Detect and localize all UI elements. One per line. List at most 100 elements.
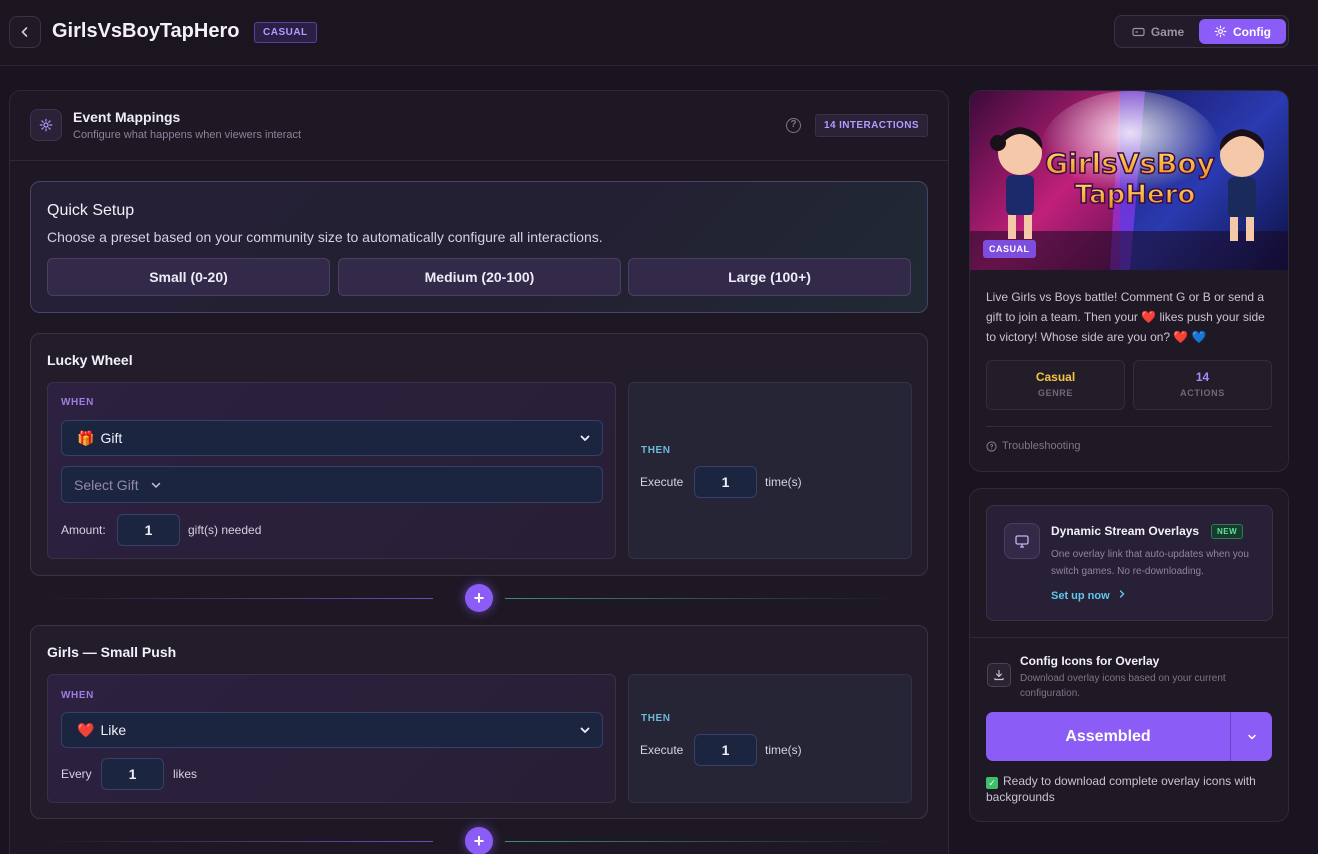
- quick-setup-box: Quick Setup Choose a preset based on you…: [30, 181, 928, 313]
- chevron-down-icon: [1247, 734, 1256, 739]
- event-type-value: Gift: [100, 430, 123, 446]
- divider-line: [40, 841, 433, 842]
- execute-label: Execute: [640, 475, 684, 489]
- then-label: THEN: [641, 445, 671, 456]
- when-label: WHEN: [61, 690, 94, 701]
- config-icons-title: Config Icons for Overlay: [1020, 654, 1160, 668]
- dynamic-overlays-title: Dynamic Stream Overlays: [1051, 524, 1200, 538]
- panel-title: Event Mappings: [73, 109, 181, 125]
- chevron-right-icon: [1119, 590, 1125, 598]
- tab-config[interactable]: Config: [1199, 19, 1286, 44]
- genre-stat: Casual GENRE: [986, 360, 1125, 410]
- game-info-card: GirlsVsBoy TapHero CASUAL Live Girls vs …: [969, 90, 1289, 472]
- genre-label: GENRE: [1037, 388, 1073, 398]
- when-label: WHEN: [61, 397, 94, 408]
- mapping-card-lucky-wheel: Lucky Wheel WHEN 🎁 Gift Select Gift Amou…: [30, 333, 928, 576]
- divider-line: [40, 598, 433, 599]
- gear-icon: [39, 118, 53, 132]
- gear-icon: [1214, 25, 1227, 38]
- mapping-title: Girls — Small Push: [47, 644, 177, 660]
- genre-tag: CASUAL: [254, 22, 317, 43]
- setup-now-link[interactable]: Set up now: [1051, 589, 1127, 602]
- divider-line: [505, 598, 898, 599]
- assembled-dropdown-button[interactable]: [1231, 712, 1272, 761]
- help-icon[interactable]: ?: [786, 118, 801, 133]
- amount-suffix: gift(s) needed: [188, 523, 262, 537]
- execute-suffix: time(s): [765, 475, 802, 489]
- assembled-button[interactable]: Assembled: [986, 712, 1230, 761]
- actions-label: ACTIONS: [1180, 388, 1225, 398]
- add-mapping-row: +: [10, 584, 908, 614]
- preset-small-button[interactable]: Small (0-20): [47, 258, 330, 296]
- config-icons-description: Download overlay icons based on your cur…: [1020, 673, 1226, 699]
- top-bar: GirlsVsBoyTapHero CASUAL Game Config: [0, 0, 1318, 66]
- divider-line: [505, 841, 898, 842]
- mode-toggle: Game Config: [1114, 15, 1289, 48]
- preset-medium-button[interactable]: Medium (20-100): [338, 258, 621, 296]
- chevron-left-icon: [21, 27, 28, 37]
- execute-suffix: time(s): [765, 743, 802, 757]
- troubleshooting-label: Troubleshooting: [1002, 440, 1081, 452]
- check-icon: ✓: [986, 777, 998, 789]
- panel-header: Event Mappings Configure what happens wh…: [10, 91, 948, 161]
- overlay-card: Dynamic Stream Overlays NEW One overlay …: [969, 488, 1289, 822]
- tab-config-label: Config: [1233, 24, 1271, 39]
- chevron-down-icon: [151, 482, 160, 488]
- interactions-count-badge: 14 INTERACTIONS: [815, 114, 928, 137]
- panel-subtitle: Configure what happens when viewers inte…: [73, 129, 302, 141]
- quick-setup-description: Choose a preset based on your community …: [47, 229, 603, 245]
- amount-label: Amount:: [61, 523, 106, 537]
- chevron-down-icon: [580, 435, 590, 441]
- settings-icon-box: [30, 109, 62, 141]
- amount-input[interactable]: 1: [117, 514, 180, 546]
- dynamic-overlays-description: One overlay link that auto-updates when …: [1051, 549, 1249, 577]
- troubleshooting-link[interactable]: Troubleshooting: [986, 440, 1080, 452]
- event-type-select[interactable]: 🎁 Gift: [61, 420, 603, 456]
- mapping-title: Lucky Wheel: [47, 352, 133, 368]
- every-label: Every: [61, 767, 92, 781]
- divider: [970, 637, 1288, 638]
- dynamic-overlays-box: Dynamic Stream Overlays NEW One overlay …: [986, 505, 1273, 621]
- gamepad-icon: [1132, 27, 1145, 36]
- preset-large-button[interactable]: Large (100+): [628, 258, 911, 296]
- event-type-value: Like: [100, 722, 127, 738]
- page-title: GirlsVsBoyTapHero: [52, 20, 240, 42]
- setup-now-label: Set up now: [1051, 590, 1110, 602]
- when-section: WHEN ❤️ Like Every 1 likes: [47, 674, 616, 803]
- actions-value: 14: [1195, 370, 1210, 384]
- ready-status: ✓ Ready to download complete overlay icon…: [986, 773, 1276, 805]
- execute-label: Execute: [640, 743, 684, 757]
- assembled-split-button: Assembled: [986, 712, 1272, 761]
- genre-badge: CASUAL: [983, 240, 1036, 258]
- event-mappings-panel: Event Mappings Configure what happens wh…: [9, 90, 949, 854]
- event-type-select[interactable]: ❤️ Like: [61, 712, 603, 748]
- tab-game-label: Game: [1150, 24, 1185, 39]
- mapping-card-girls-small-push: Girls — Small Push WHEN ❤️ Like Every 1 …: [30, 625, 928, 819]
- gift-emoji-icon: 🎁: [77, 429, 95, 446]
- chevron-down-icon: [580, 727, 590, 733]
- add-mapping-button[interactable]: +: [465, 584, 493, 612]
- then-section: THEN Execute 1 time(s): [628, 674, 912, 803]
- new-badge: NEW: [1211, 524, 1244, 539]
- genre-value: Casual: [1035, 370, 1076, 384]
- when-section: WHEN 🎁 Gift Select Gift Amount: 1 gift(s…: [47, 382, 616, 559]
- tab-game[interactable]: Game: [1119, 19, 1197, 44]
- divider: [986, 426, 1272, 427]
- cover-title-line1: GirlsVsBoy: [1045, 147, 1215, 180]
- game-description: Live Girls vs Boys battle! Comment G or …: [986, 290, 1265, 344]
- every-count-input[interactable]: 1: [101, 758, 164, 790]
- then-section: THEN Execute 1 time(s): [628, 382, 912, 559]
- heart-emoji-icon: ❤️: [77, 721, 95, 738]
- back-button[interactable]: [9, 16, 41, 48]
- add-mapping-button[interactable]: +: [465, 827, 493, 854]
- cover-title-line2: TapHero: [1075, 180, 1196, 210]
- execute-count-input[interactable]: 1: [694, 734, 757, 766]
- gift-select-placeholder: Select Gift: [74, 476, 139, 493]
- every-suffix: likes: [173, 767, 198, 781]
- help-circle-icon: [986, 440, 997, 452]
- quick-setup-title: Quick Setup: [47, 202, 135, 219]
- add-mapping-row: +: [10, 827, 908, 854]
- gift-select[interactable]: Select Gift: [61, 466, 603, 503]
- execute-count-input[interactable]: 1: [694, 466, 757, 498]
- ready-text: Ready to download complete overlay icons…: [986, 774, 1256, 804]
